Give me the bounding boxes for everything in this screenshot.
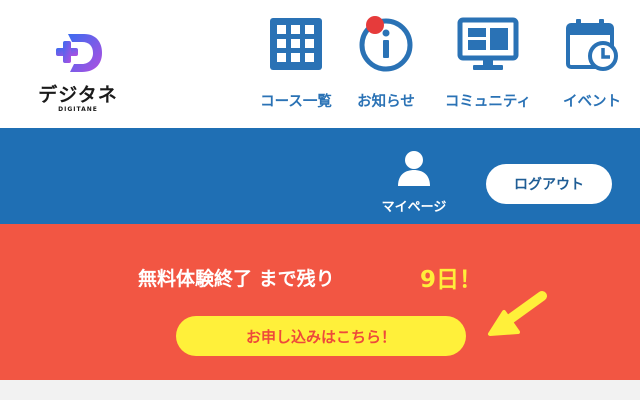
digitane-logo[interactable]: デジタネ DIGITANE xyxy=(28,28,128,120)
apply-button[interactable]: お申し込みはこちら！ xyxy=(176,316,466,356)
trial-message: 無料体験終了 まで残り xyxy=(138,268,335,290)
notification-badge xyxy=(366,16,384,34)
nav-courses-label: コース一覧 xyxy=(260,94,332,110)
nav-news-label: お知らせ xyxy=(357,94,415,110)
logo-text: デジタネ xyxy=(38,84,118,106)
monitor-icon xyxy=(457,17,519,70)
logo-mark-icon xyxy=(56,34,102,72)
logout-button[interactable]: ログアウト xyxy=(486,164,612,204)
user-icon xyxy=(398,151,430,186)
nav-community[interactable]: コミュニティ xyxy=(428,16,548,116)
trial-banner: 無料体験終了 まで残り 9日！ お申し込みはこちら！ xyxy=(0,224,640,380)
grid-icon xyxy=(270,18,322,70)
nav-events[interactable]: イベント xyxy=(548,16,636,116)
nav-community-label: コミュニティ xyxy=(444,94,532,110)
trial-days-remaining: 9日！ xyxy=(420,267,483,293)
account-bar: マイページ ログアウト xyxy=(0,128,640,224)
arrow-pointer-icon xyxy=(488,291,547,336)
logo-subtext: DIGITANE xyxy=(58,106,98,113)
site-header: デジタネ DIGITANE コース一覧 お知らせ コミュニティ イベント xyxy=(0,0,640,128)
nav-courses[interactable]: コース一覧 xyxy=(246,16,346,116)
calendar-clock-icon xyxy=(566,19,618,71)
mypage-label: マイページ xyxy=(381,200,447,215)
nav-events-label: イベント xyxy=(563,94,621,110)
mypage-link[interactable]: マイページ xyxy=(368,148,460,220)
nav-news[interactable]: お知らせ xyxy=(346,16,426,116)
footer-strip xyxy=(0,380,640,400)
